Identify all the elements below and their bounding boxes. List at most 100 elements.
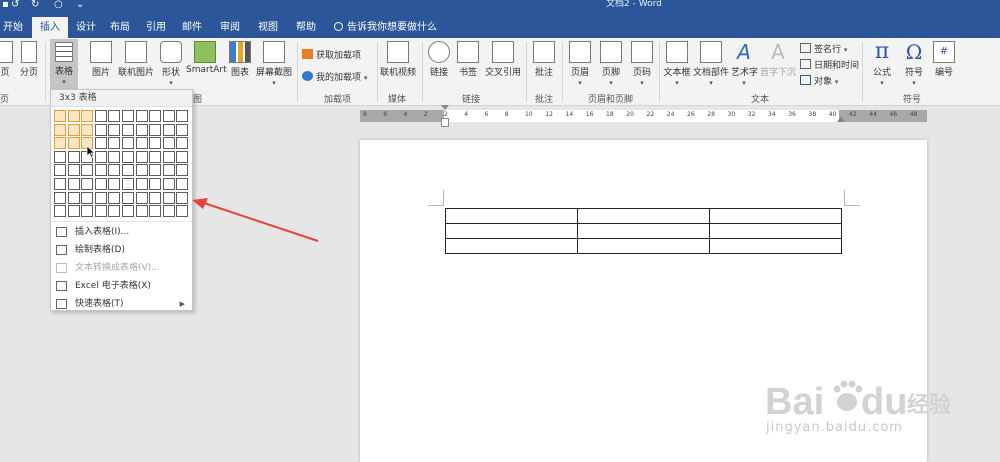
right-indent-marker[interactable]: [837, 116, 845, 122]
symbol-button[interactable]: Ω 符号 ▾: [900, 41, 928, 88]
shapes-button[interactable]: 形状 ▾: [158, 41, 184, 88]
table-grid-cell[interactable]: [81, 164, 94, 177]
table-grid-cell[interactable]: [94, 178, 107, 190]
table-grid-cell[interactable]: [122, 137, 134, 150]
table-grid-cell[interactable]: [135, 150, 148, 163]
table-grid-cell[interactable]: [176, 205, 189, 218]
text-box-button[interactable]: 文本框 ▾: [662, 41, 692, 88]
table-grid-cell[interactable]: [122, 150, 134, 163]
table-grid-cell[interactable]: [94, 164, 107, 177]
object-button[interactable]: 对象 ▾: [800, 74, 838, 87]
table-grid-cell[interactable]: [162, 110, 175, 122]
left-indent-marker[interactable]: [441, 118, 449, 127]
tab-layout[interactable]: 布局: [106, 17, 134, 38]
table-grid-cell[interactable]: [122, 164, 134, 177]
table-grid-cell[interactable]: [67, 205, 80, 218]
page-number-button[interactable]: 页码 ▾: [629, 41, 655, 88]
table-grid-cell[interactable]: [135, 205, 148, 218]
customize-qat-icon[interactable]: ⌄: [76, 0, 84, 10]
wordart-button[interactable]: A 艺术字 ▾: [731, 41, 758, 88]
refresh-icon[interactable]: ○: [54, 0, 63, 10]
table-grid-cell[interactable]: [149, 205, 162, 218]
table-grid-cell[interactable]: [135, 191, 148, 204]
page-break-button[interactable]: 分页: [18, 41, 40, 78]
table-cell[interactable]: [445, 208, 578, 224]
table-grid-cell[interactable]: [54, 137, 66, 150]
table-grid-cell[interactable]: [149, 164, 162, 177]
table-grid-cell[interactable]: [54, 191, 66, 204]
table-cell[interactable]: [445, 238, 578, 254]
document-table[interactable]: [445, 208, 842, 254]
table-button[interactable]: 表格 ▾: [50, 39, 78, 89]
pictures-button[interactable]: 图片: [88, 41, 114, 78]
menu-item-draw-table[interactable]: 绘制表格(D): [51, 241, 192, 259]
table-grid-cell[interactable]: [176, 164, 189, 177]
cross-reference-button[interactable]: 交叉引用: [484, 41, 522, 78]
signature-line-button[interactable]: 签名行 ▾: [800, 42, 847, 55]
table-grid-cell[interactable]: [162, 178, 175, 190]
table-grid-cell[interactable]: [149, 191, 162, 204]
table-grid-cell[interactable]: [122, 110, 134, 122]
table-grid-cell[interactable]: [81, 123, 94, 136]
table-grid-cell[interactable]: [176, 137, 189, 150]
table-grid-cell[interactable]: [176, 191, 189, 204]
table-grid-cell[interactable]: [67, 150, 80, 163]
table-cell[interactable]: [709, 238, 842, 254]
table-grid-cell[interactable]: [54, 178, 66, 190]
table-grid-cell[interactable]: [108, 150, 121, 163]
online-video-button[interactable]: 联机视频: [380, 41, 416, 78]
table-grid-cell[interactable]: [162, 150, 175, 163]
table-grid-cell[interactable]: [135, 110, 148, 122]
table-grid-cell[interactable]: [135, 178, 148, 190]
table-cell[interactable]: [577, 238, 710, 254]
table-grid-cell[interactable]: [81, 191, 94, 204]
table-grid-cell[interactable]: [135, 164, 148, 177]
table-grid-cell[interactable]: [149, 178, 162, 190]
comment-button[interactable]: 批注: [531, 41, 557, 78]
tab-review[interactable]: 审阅: [216, 17, 244, 38]
table-grid-cell[interactable]: [108, 137, 121, 150]
header-button[interactable]: 页眉 ▾: [567, 41, 593, 88]
table-grid-cell[interactable]: [176, 123, 189, 136]
redo-icon[interactable]: ↻: [31, 0, 39, 10]
tell-me-search[interactable]: 告诉我你想要做什么: [334, 17, 437, 38]
tab-view[interactable]: 视图: [254, 17, 282, 38]
number-button[interactable]: # 编号: [931, 41, 957, 78]
table-grid-cell[interactable]: [94, 191, 107, 204]
table-grid-cell[interactable]: [94, 150, 107, 163]
table-grid-cell[interactable]: [81, 110, 94, 122]
menu-item-insert-table[interactable]: 插入表格(I)...: [51, 223, 192, 241]
table-grid-cell[interactable]: [108, 178, 121, 190]
table-grid-cell[interactable]: [94, 123, 107, 136]
date-time-button[interactable]: 日期和时间: [800, 58, 859, 71]
table-grid-cell[interactable]: [94, 137, 107, 150]
table-grid-cell[interactable]: [108, 123, 121, 136]
table-grid-cell[interactable]: [135, 123, 148, 136]
table-grid-cell[interactable]: [162, 191, 175, 204]
cover-page-button[interactable]: 页: [0, 41, 16, 78]
table-grid-cell[interactable]: [162, 137, 175, 150]
table-grid-cell[interactable]: [162, 205, 175, 218]
table-grid-cell[interactable]: [94, 110, 107, 122]
table-grid-cell[interactable]: [176, 110, 189, 122]
table-grid-cell[interactable]: [122, 123, 134, 136]
online-pictures-button[interactable]: 联机图片: [118, 41, 154, 78]
table-grid-cell[interactable]: [149, 110, 162, 122]
table-grid-cell[interactable]: [54, 164, 66, 177]
table-cell[interactable]: [577, 223, 710, 239]
table-grid-cell[interactable]: [54, 150, 66, 163]
table-grid-cell[interactable]: [135, 137, 148, 150]
table-grid-cell[interactable]: [54, 123, 66, 136]
table-grid-cell[interactable]: [81, 178, 94, 190]
link-button[interactable]: 链接: [428, 41, 450, 78]
table-grid-cell[interactable]: [149, 150, 162, 163]
table-grid-cell[interactable]: [54, 205, 66, 218]
table-grid-cell[interactable]: [149, 123, 162, 136]
table-grid-cell[interactable]: [94, 205, 107, 218]
tab-home[interactable]: 开始: [0, 17, 26, 38]
table-grid-cell[interactable]: [67, 123, 80, 136]
smartart-button[interactable]: SmartArt: [186, 41, 227, 75]
menu-item-excel[interactable]: Excel 电子表格(X): [51, 277, 192, 295]
table-grid-cell[interactable]: [67, 110, 80, 122]
table-cell[interactable]: [445, 223, 578, 239]
